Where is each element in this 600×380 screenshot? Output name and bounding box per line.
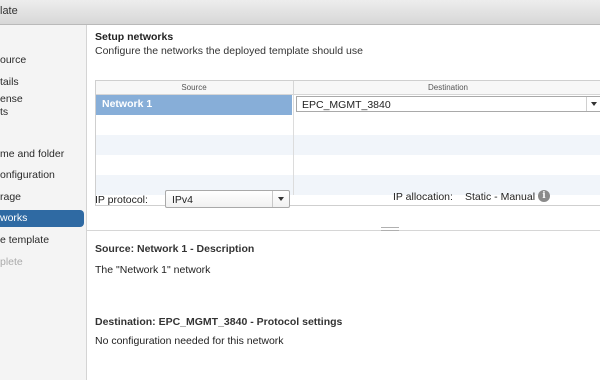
ip-allocation-label: IP allocation: — [393, 191, 453, 203]
ip-allocation-value: Static - Manual — [465, 191, 536, 203]
wizard-title-bar: late — [0, 0, 600, 25]
wizard-title: late — [0, 5, 18, 17]
ip-protocol-label: IP protocol: — [95, 194, 148, 206]
nav-step-license-cont[interactable]: ts — [0, 105, 84, 119]
source-cell[interactable]: Network 1 — [96, 95, 292, 115]
chevron-down-icon[interactable] — [586, 97, 600, 111]
destination-cell: EPC_MGMT_3840 — [293, 95, 600, 115]
network-mapping-table: Source Destination Network 1 EPC_MGMT_38… — [95, 80, 600, 206]
main-panel: Setup networks Configure the networks th… — [87, 25, 600, 380]
table-row[interactable]: Network 1 EPC_MGMT_3840 — [96, 95, 600, 115]
page-subtitle: Configure the networks the deployed temp… — [95, 45, 363, 57]
info-icon[interactable]: i — [538, 190, 550, 202]
splitter-grip-handle[interactable] — [381, 227, 399, 232]
table-row-empty — [96, 155, 600, 175]
protocol-settings-text: No configuration needed for this network — [95, 335, 284, 347]
nav-step-customize-template[interactable]: e template — [0, 232, 84, 249]
nav-step-complete: plete — [0, 256, 23, 268]
nav-step-name-folder[interactable]: me and folder — [0, 146, 84, 163]
page-title: Setup networks — [95, 31, 174, 43]
nav-step-source[interactable]: ource — [0, 52, 84, 69]
column-header-destination[interactable]: Destination — [293, 81, 600, 94]
description-text: The "Network 1" network — [95, 264, 211, 276]
nav-step-configuration[interactable]: onfiguration — [0, 167, 84, 184]
nav-step-details[interactable]: tails — [0, 74, 84, 91]
wizard-steps-nav: ource tails ense ts me and folder onfigu… — [0, 25, 87, 380]
table-row-empty — [96, 135, 600, 155]
table-row-empty — [96, 115, 600, 135]
nav-step-storage[interactable]: rage — [0, 189, 84, 206]
chevron-down-icon[interactable] — [272, 191, 289, 207]
table-header: Source Destination — [96, 81, 600, 95]
destination-network-dropdown[interactable]: EPC_MGMT_3840 — [296, 96, 600, 112]
protocol-settings-title: Destination: EPC_MGMT_3840 - Protocol se… — [95, 316, 343, 328]
ip-protocol-value: IPv4 — [172, 194, 194, 206]
nav-step-networks[interactable]: works — [0, 210, 84, 227]
panel-splitter[interactable] — [87, 230, 600, 231]
ip-protocol-select[interactable]: IPv4 — [165, 190, 290, 208]
column-header-source[interactable]: Source — [96, 81, 292, 94]
nav-step-license[interactable]: ense — [0, 92, 84, 106]
description-title: Source: Network 1 - Description — [95, 243, 255, 255]
